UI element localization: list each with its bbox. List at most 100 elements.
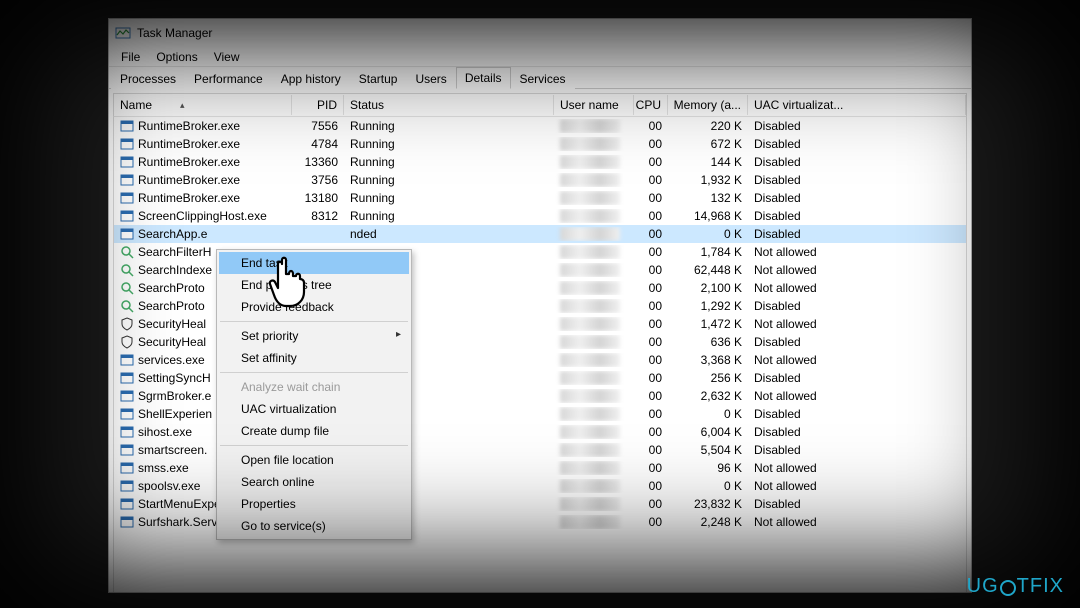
table-row[interactable]: RuntimeBroker.exe13180Running00132 KDisa… — [114, 189, 966, 207]
process-icon — [120, 479, 134, 493]
cell-cpu: 00 — [634, 443, 668, 457]
table-row[interactable]: RuntimeBroker.exe7556Running00220 KDisab… — [114, 117, 966, 135]
menu-options[interactable]: Options — [148, 49, 205, 65]
cell-user — [554, 461, 634, 475]
ctx-properties[interactable]: Properties — [219, 493, 409, 515]
ctx-end-process-tree[interactable]: End process tree — [219, 274, 409, 296]
table-row[interactable]: ScreenClippingHost.exe8312Running0014,96… — [114, 207, 966, 225]
cell-cpu: 00 — [634, 263, 668, 277]
process-icon — [120, 443, 134, 457]
process-name: SearchProto — [138, 299, 205, 313]
cell-memory: 220 K — [668, 119, 748, 133]
cell-uac: Disabled — [748, 299, 966, 313]
cell-memory: 1,784 K — [668, 245, 748, 259]
process-icon — [120, 227, 134, 241]
cell-status: Running — [344, 173, 554, 187]
cell-user — [554, 515, 634, 529]
cell-memory: 672 K — [668, 137, 748, 151]
ctx-open-file-location[interactable]: Open file location — [219, 449, 409, 471]
ctx-create-dump-file[interactable]: Create dump file — [219, 420, 409, 442]
cell-user — [554, 479, 634, 493]
watermark-u: U — [967, 575, 982, 598]
table-row[interactable]: SearchApp.ended000 KDisabled — [114, 225, 966, 243]
cell-uac: Not allowed — [748, 461, 966, 475]
process-icon — [120, 173, 134, 187]
window-title: Task Manager — [137, 26, 212, 40]
cell-pid: 8312 — [292, 209, 344, 223]
col-header-user[interactable]: User name — [554, 95, 634, 115]
cell-user — [554, 353, 634, 367]
col-header-cpu[interactable]: CPU — [634, 95, 668, 115]
process-icon — [120, 137, 134, 151]
cell-uac: Disabled — [748, 227, 966, 241]
tab-performance[interactable]: Performance — [185, 68, 272, 89]
cell-uac: Disabled — [748, 407, 966, 421]
ctx-go-to-services[interactable]: Go to service(s) — [219, 515, 409, 537]
cell-user — [554, 119, 634, 133]
tab-users[interactable]: Users — [406, 68, 455, 89]
table-row[interactable]: RuntimeBroker.exe13360Running00144 KDisa… — [114, 153, 966, 171]
cell-uac: Not allowed — [748, 389, 966, 403]
cell-uac: Not allowed — [748, 245, 966, 259]
cell-uac: Not allowed — [748, 353, 966, 367]
process-name: SgrmBroker.e — [138, 389, 211, 403]
menu-file[interactable]: File — [113, 49, 148, 65]
col-header-memory[interactable]: Memory (a... — [668, 95, 748, 115]
process-name: RuntimeBroker.exe — [138, 191, 240, 205]
ctx-set-priority[interactable]: Set priority — [219, 325, 409, 347]
cell-user — [554, 335, 634, 349]
cell-cpu: 00 — [634, 371, 668, 385]
cell-memory: 636 K — [668, 335, 748, 349]
process-name: SearchProto — [138, 281, 205, 295]
process-icon — [120, 263, 134, 277]
ctx-sep — [220, 321, 408, 322]
cell-status: Running — [344, 155, 554, 169]
col-header-name[interactable]: Name — [114, 95, 292, 115]
tab-processes[interactable]: Processes — [111, 68, 185, 89]
col-header-pid[interactable]: PID — [292, 95, 344, 115]
cell-status: Running — [344, 137, 554, 151]
cell-user — [554, 137, 634, 151]
process-icon — [120, 119, 134, 133]
cell-user — [554, 443, 634, 457]
cell-user — [554, 209, 634, 223]
cell-user — [554, 389, 634, 403]
cell-cpu: 00 — [634, 389, 668, 403]
cell-memory: 1,472 K — [668, 317, 748, 331]
process-name: ShellExperien — [138, 407, 212, 421]
process-icon — [120, 209, 134, 223]
ctx-set-affinity[interactable]: Set affinity — [219, 347, 409, 369]
cell-cpu: 00 — [634, 353, 668, 367]
cell-uac: Disabled — [748, 497, 966, 511]
cell-cpu: 00 — [634, 479, 668, 493]
process-name: ScreenClippingHost.exe — [138, 209, 267, 223]
col-header-status[interactable]: Status — [344, 95, 554, 115]
tab-services[interactable]: Services — [511, 68, 575, 89]
cell-cpu: 00 — [634, 407, 668, 421]
tab-details[interactable]: Details — [456, 67, 511, 89]
tab-apphistory[interactable]: App history — [272, 68, 350, 89]
cell-memory: 6,004 K — [668, 425, 748, 439]
process-name: RuntimeBroker.exe — [138, 119, 240, 133]
menubar: File Options View — [109, 47, 971, 66]
ctx-provide-feedback[interactable]: Provide feedback — [219, 296, 409, 318]
context-menu: End task End process tree Provide feedba… — [216, 249, 412, 540]
ctx-end-task[interactable]: End task — [219, 252, 409, 274]
process-icon — [120, 515, 134, 529]
table-row[interactable]: RuntimeBroker.exe3756Running001,932 KDis… — [114, 171, 966, 189]
col-header-uac[interactable]: UAC virtualizat... — [748, 95, 966, 115]
process-icon — [120, 299, 134, 313]
ctx-sep — [220, 445, 408, 446]
tabbar: Processes Performance App history Startu… — [109, 66, 971, 89]
ctx-uac-virtualization[interactable]: UAC virtualization — [219, 398, 409, 420]
ctx-search-online[interactable]: Search online — [219, 471, 409, 493]
titlebar[interactable]: Task Manager — [109, 19, 971, 47]
process-icon — [120, 245, 134, 259]
menu-view[interactable]: View — [206, 49, 248, 65]
table-row[interactable]: RuntimeBroker.exe4784Running00672 KDisab… — [114, 135, 966, 153]
cell-memory: 132 K — [668, 191, 748, 205]
cell-uac: Not allowed — [748, 263, 966, 277]
cell-cpu: 00 — [634, 191, 668, 205]
tab-startup[interactable]: Startup — [350, 68, 407, 89]
process-name: services.exe — [138, 353, 205, 367]
